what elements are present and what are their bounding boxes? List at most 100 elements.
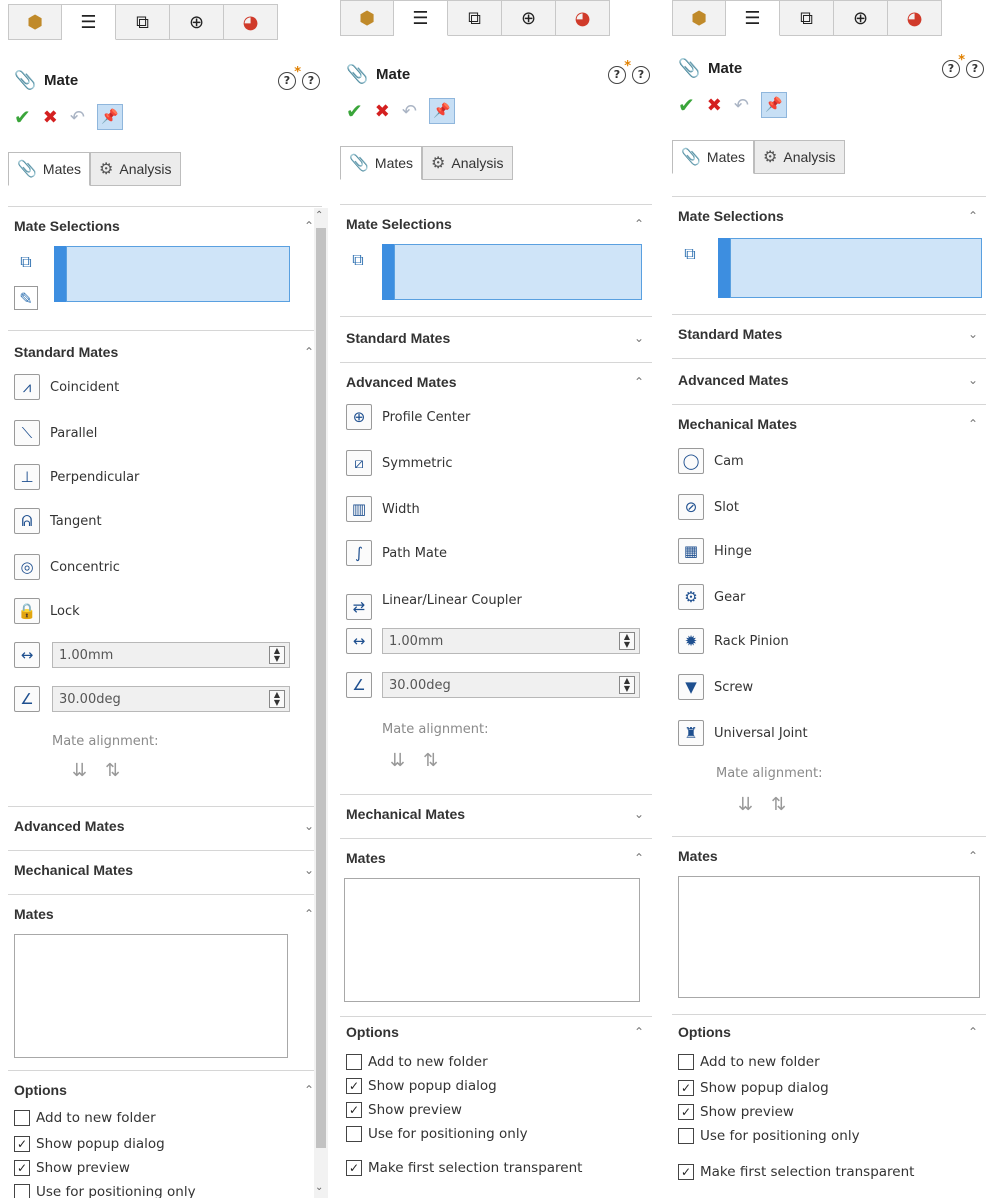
tab-analysis[interactable]: ⚙ Analysis — [90, 152, 181, 186]
feature-manager-tab[interactable]: ⬢ — [8, 4, 62, 40]
checkbox[interactable] — [14, 1110, 30, 1126]
dimxpert-manager-tab[interactable]: ⊕ — [170, 4, 224, 40]
distance-field[interactable]: 1.00mm ▲ ▼ — [382, 628, 640, 654]
option-use-for-positioning-only[interactable]: Use for positioning only — [678, 1128, 860, 1144]
scrollbar-thumb[interactable] — [316, 228, 326, 1148]
mate-profile-center[interactable]: ⊕ Profile Center — [346, 404, 470, 430]
whats-new-icon[interactable]: ? — [278, 65, 301, 90]
distance-icon[interactable]: ↔ — [346, 628, 372, 654]
mate-tangent[interactable]: ᕱ Tangent — [14, 508, 102, 534]
checkbox-checked[interactable]: ✓ — [678, 1104, 694, 1120]
section-advanced-mates[interactable]: Advanced Mates ⌄ — [14, 818, 314, 834]
mate-perpendicular[interactable]: ⊥ Perpendicular — [14, 464, 139, 490]
checkbox-checked[interactable]: ✓ — [346, 1078, 362, 1094]
option-make-first-selection-transparent[interactable]: ✓ Make first selection transparent — [678, 1164, 914, 1180]
section-standard-mates[interactable]: Standard Mates ⌄ — [678, 326, 978, 342]
aligned-icon[interactable]: ⇊ — [390, 750, 405, 771]
anti-aligned-icon[interactable]: ⇅ — [105, 760, 120, 781]
help-icon[interactable]: ? — [302, 71, 320, 90]
mate-universal-joint[interactable]: ♜ Universal Joint — [678, 720, 808, 746]
checkbox[interactable] — [678, 1054, 694, 1070]
mates-list[interactable] — [678, 876, 980, 998]
option-show-popup-dialog[interactable]: ✓ Show popup dialog — [678, 1080, 829, 1096]
section-standard-mates[interactable]: Standard Mates ⌃ — [14, 344, 314, 360]
mate-hinge[interactable]: ▦ Hinge — [678, 538, 752, 564]
option-add-to-new-folder[interactable]: Add to new folder — [346, 1054, 488, 1070]
tab-mates[interactable]: 📎 Mates — [340, 146, 423, 180]
angle-spinner[interactable]: ▲ ▼ — [619, 676, 635, 694]
aligned-icon[interactable]: ⇊ — [72, 760, 87, 781]
help-icon[interactable]: ? — [632, 65, 650, 84]
section-advanced-mates[interactable]: Advanced Mates ⌃ — [346, 374, 644, 390]
undo-button[interactable]: ↶ — [734, 95, 749, 116]
angle-icon[interactable]: ∠ — [14, 686, 40, 712]
mate-symmetric[interactable]: ⧄ Symmetric — [346, 450, 452, 476]
feature-manager-tab[interactable]: ⬢ — [340, 0, 394, 36]
section-mates[interactable]: Mates ⌃ — [14, 906, 314, 922]
configuration-manager-tab[interactable]: ⧉ — [116, 4, 170, 40]
section-mechanical-mates[interactable]: Mechanical Mates ⌄ — [346, 806, 644, 822]
pin-button[interactable]: 📌 — [760, 92, 787, 118]
mate-rack-pinion[interactable]: ✹ Rack Pinion — [678, 628, 789, 654]
angle-icon[interactable]: ∠ — [346, 672, 372, 698]
mate-selections-box[interactable] — [730, 238, 982, 298]
checkbox-checked[interactable]: ✓ — [346, 1160, 362, 1176]
mate-lock[interactable]: 🔒 Lock — [14, 598, 80, 624]
checkbox[interactable] — [678, 1128, 694, 1144]
option-show-preview[interactable]: ✓ Show preview — [14, 1160, 130, 1176]
mate-concentric[interactable]: ◎ Concentric — [14, 554, 120, 580]
option-show-popup-dialog[interactable]: ✓ Show popup dialog — [14, 1136, 165, 1152]
mate-width[interactable]: ▥ Width — [346, 496, 420, 522]
anti-aligned-icon[interactable]: ⇅ — [423, 750, 438, 771]
mate-path-mate[interactable]: ∫ Path Mate — [346, 540, 447, 566]
section-mate-selections[interactable]: Mate Selections ⌃ — [346, 216, 644, 232]
configuration-manager-tab[interactable]: ⧉ — [780, 0, 834, 36]
mate-coincident[interactable]: ⩘ Coincident — [14, 374, 119, 400]
checkbox-checked[interactable]: ✓ — [14, 1160, 30, 1176]
mate-gear[interactable]: ⚙ Gear — [678, 584, 745, 610]
help-icon[interactable]: ? — [966, 59, 984, 78]
pin-button[interactable]: 📌 — [428, 98, 455, 124]
mate-selections-box[interactable] — [66, 246, 290, 302]
option-make-first-selection-transparent[interactable]: ✓ Make first selection transparent — [346, 1160, 582, 1176]
option-use-for-positioning-only[interactable]: Use for positioning only — [14, 1184, 196, 1198]
checkbox[interactable] — [346, 1054, 362, 1070]
dimxpert-manager-tab[interactable]: ⊕ — [502, 0, 556, 36]
section-mechanical-mates[interactable]: Mechanical Mates ⌃ — [678, 416, 978, 432]
section-mechanical-mates[interactable]: Mechanical Mates ⌄ — [14, 862, 314, 878]
property-manager-tab[interactable]: ☰ — [62, 4, 116, 40]
undo-button[interactable]: ↶ — [402, 101, 417, 122]
mate-selections-box[interactable] — [394, 244, 642, 300]
option-show-popup-dialog[interactable]: ✓ Show popup dialog — [346, 1078, 497, 1094]
ok-button[interactable]: ✔ — [14, 105, 31, 129]
tab-mates[interactable]: 📎 Mates — [672, 140, 755, 174]
distance-spinner[interactable]: ▲ ▼ — [619, 632, 635, 650]
mates-list[interactable] — [14, 934, 288, 1058]
tab-analysis[interactable]: ⚙ Analysis — [754, 140, 845, 174]
display-manager-tab[interactable]: ◕ — [224, 4, 278, 40]
section-options[interactable]: Options ⌃ — [346, 1024, 644, 1040]
option-show-preview[interactable]: ✓ Show preview — [678, 1104, 794, 1120]
scroll-up-icon[interactable]: ⌃ — [315, 210, 323, 221]
section-options[interactable]: Options ⌃ — [14, 1082, 314, 1098]
mate-parallel[interactable]: ⟍ Parallel — [14, 420, 97, 446]
ok-button[interactable]: ✔ — [346, 99, 363, 123]
scrollbar[interactable]: ⌃ ⌄ — [314, 208, 328, 1198]
angle-field[interactable]: 30.00deg ▲ ▼ — [52, 686, 290, 712]
tab-mates[interactable]: 📎 Mates — [8, 152, 91, 186]
tab-analysis[interactable]: ⚙ Analysis — [422, 146, 513, 180]
option-add-to-new-folder[interactable]: Add to new folder — [678, 1054, 820, 1070]
cancel-button[interactable]: ✖ — [707, 95, 722, 116]
distance-icon[interactable]: ↔ — [14, 642, 40, 668]
section-options[interactable]: Options ⌃ — [678, 1024, 978, 1040]
scroll-down-icon[interactable]: ⌄ — [315, 1182, 323, 1193]
mate-screw[interactable]: ▼ Screw — [678, 674, 753, 700]
checkbox-checked[interactable]: ✓ — [678, 1080, 694, 1096]
distance-spinner[interactable]: ▲ ▼ — [269, 646, 285, 664]
mate-linear-linear-coupler[interactable]: ⇄ Linear/Linear Coupler — [346, 580, 522, 620]
mate-slot[interactable]: ⊘ Slot — [678, 494, 739, 520]
pin-button[interactable]: 📌 — [96, 104, 123, 130]
undo-button[interactable]: ↶ — [70, 107, 85, 128]
display-manager-tab[interactable]: ◕ — [556, 0, 610, 36]
anti-aligned-icon[interactable]: ⇅ — [771, 794, 786, 815]
